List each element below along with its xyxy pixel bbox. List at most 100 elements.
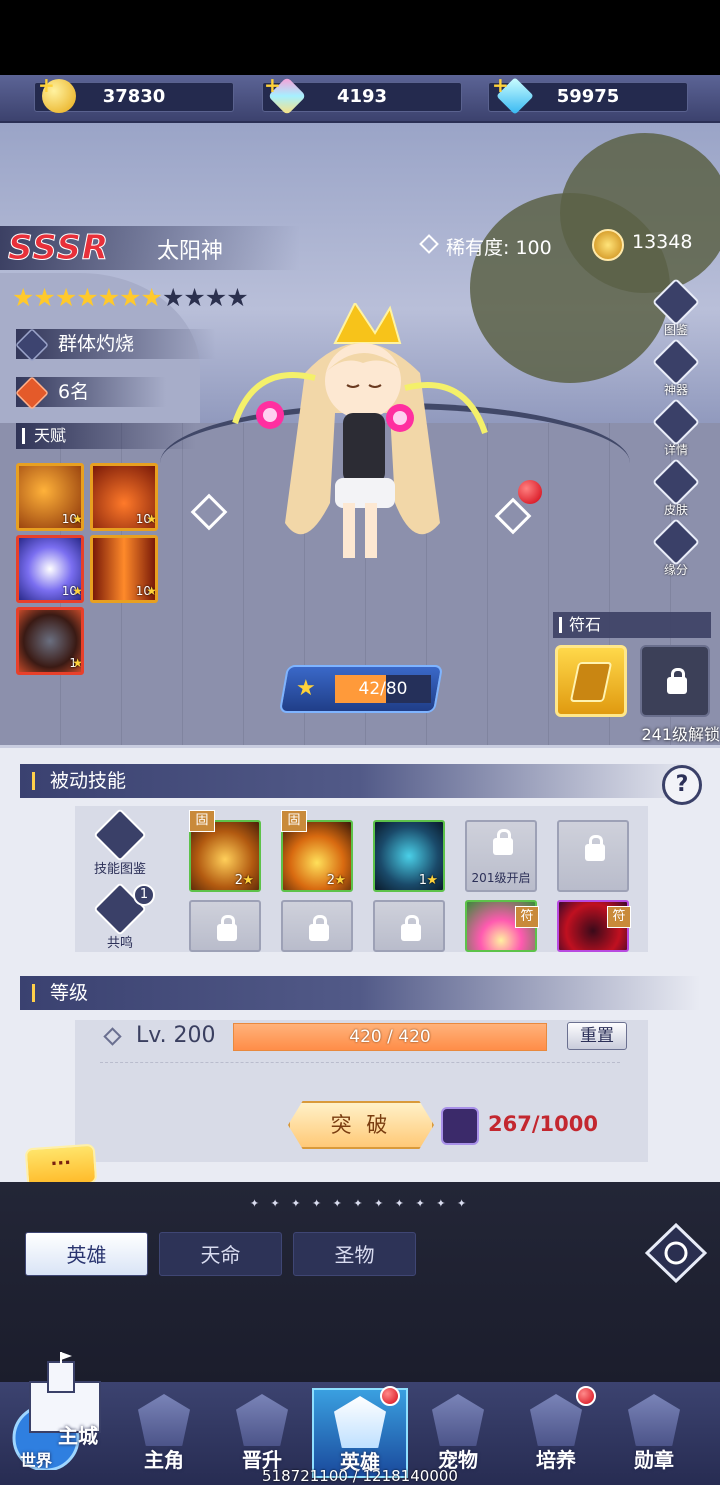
swap-view-button[interactable] xyxy=(645,1223,707,1283)
header-bar xyxy=(559,617,562,633)
star-filled-icon: ★ xyxy=(12,283,34,312)
talent-slot[interactable]: 10 ★ xyxy=(90,535,158,603)
xp-text: 42/80 xyxy=(335,675,431,703)
locked-skill-slot[interactable] xyxy=(557,820,629,892)
power-value: 13348 xyxy=(632,231,693,253)
star-icon: ★ xyxy=(72,584,83,598)
notification-dot xyxy=(380,1386,400,1406)
bond-button[interactable]: 缘分 xyxy=(651,517,701,581)
header-bar xyxy=(22,428,25,444)
crystal-value: 4193 xyxy=(336,86,388,107)
nav-protagonist[interactable]: 主角 xyxy=(116,1388,212,1478)
locked-skill-slot[interactable] xyxy=(281,900,353,952)
star-icon: ★ xyxy=(146,512,157,526)
tab-destiny[interactable]: 天命 xyxy=(159,1232,282,1276)
locked-skill-slot[interactable] xyxy=(189,900,261,952)
breakthrough-button[interactable]: 突 破 xyxy=(288,1101,434,1149)
diamond-value: 59975 xyxy=(556,86,620,107)
notification-dot xyxy=(576,1386,596,1406)
rune-stone-icon xyxy=(569,662,613,702)
skill-codex-button[interactable]: 技能图鉴 xyxy=(89,808,151,884)
level-title: 等级 xyxy=(50,982,89,1004)
codex-button[interactable]: 图鉴 xyxy=(651,277,701,341)
level-text: Lv. 200 xyxy=(136,1023,216,1048)
talent-slot[interactable]: 10 ★ xyxy=(90,463,158,531)
star-icon: ★ xyxy=(72,512,83,526)
rune-unlock-text: 241级解锁 xyxy=(641,725,720,744)
talent-slot[interactable]: 10 ★ xyxy=(16,463,84,531)
add-crystal-icon[interactable]: + xyxy=(264,73,281,97)
star-icon: ★ xyxy=(426,873,438,888)
rune-badge: 符 xyxy=(515,906,539,928)
hero-helmet-icon xyxy=(334,1396,386,1448)
lock-icon xyxy=(309,915,329,941)
hero-character[interactable] xyxy=(215,303,505,573)
reset-button[interactable]: 重置 xyxy=(567,1022,627,1050)
class-tag-label: 群体灼烧 xyxy=(58,333,135,355)
rune-header: 符石 xyxy=(553,612,711,638)
skill-codex-label: 技能图鉴 xyxy=(93,862,146,877)
breakthrough-cost: 267/1000 xyxy=(488,1112,598,1136)
class-tag: 群体灼烧 xyxy=(15,328,216,362)
level-header: 等级 xyxy=(20,976,700,1010)
total-exp-text: 518721100 / 1218140000 xyxy=(262,1467,458,1485)
add-diamond-icon[interactable]: + xyxy=(492,73,509,97)
talent-slot[interactable]: 1 ★ xyxy=(16,607,84,675)
star-icon: ★ xyxy=(334,873,346,888)
star-filled-icon: ★ xyxy=(119,283,141,312)
crown-power-icon xyxy=(592,229,624,261)
star-filled-icon: ★ xyxy=(97,283,120,312)
help-button[interactable]: ? xyxy=(662,765,702,805)
cultivate-icon xyxy=(530,1394,582,1446)
rune-slot[interactable] xyxy=(555,645,627,717)
upgrade-star-icon: ★ xyxy=(296,676,316,701)
resonance-badge: 1 xyxy=(133,884,155,906)
talent-header: 天赋 xyxy=(16,423,196,449)
tab-hero[interactable]: 英雄 xyxy=(25,1232,148,1276)
fixed-badge: 固 xyxy=(189,810,215,832)
resonance-label: 共鸣 xyxy=(106,936,133,951)
main-city-label[interactable]: 主城 xyxy=(58,1420,98,1449)
star-rating: ★★★★★★★★★★★ xyxy=(12,283,249,312)
artifact-icon xyxy=(651,337,701,387)
hero-name: 太阳神 xyxy=(157,239,224,264)
lock-icon xyxy=(585,835,605,861)
details-button[interactable]: 详情 xyxy=(651,397,701,461)
nav-pet[interactable]: 宠物 xyxy=(410,1388,506,1478)
lock-icon xyxy=(401,915,421,941)
crossed-swords-icon xyxy=(15,328,49,362)
star-icon: ★ xyxy=(72,656,83,670)
rune-slot-locked[interactable] xyxy=(640,645,710,717)
artifact-button[interactable]: 神器 xyxy=(651,337,701,401)
pet-icon xyxy=(432,1394,484,1446)
nav-promotion[interactable]: 晋升 xyxy=(214,1388,310,1478)
magnifier-icon xyxy=(651,397,701,447)
crystal-orb-icon xyxy=(441,1107,479,1145)
fixed-badge: 固 xyxy=(281,810,307,832)
tab-relic[interactable]: 圣物 xyxy=(293,1232,416,1276)
currency-bar: 37830 + 4193 + 59975 + xyxy=(0,73,720,123)
nav-medal[interactable]: 勋章 xyxy=(606,1388,702,1478)
star-empty-icon: ★ xyxy=(161,283,184,312)
passive-skill-slot[interactable]: 1 ★ xyxy=(373,820,445,892)
locked-skill-slot[interactable]: 201级开启 xyxy=(465,820,537,892)
hero-scene: SSSR 太阳神 稀有度: 100 13348 ★★★★★★★★★★★ 群体灼烧… xyxy=(0,123,720,745)
codex-icon xyxy=(651,277,701,327)
passive-skill-header: 被动技能 xyxy=(20,764,700,798)
medal-icon xyxy=(628,1394,680,1446)
skin-button[interactable]: 皮肤 xyxy=(651,457,701,521)
red-orb-icon xyxy=(518,480,542,504)
add-gold-icon[interactable]: + xyxy=(38,73,55,97)
grade-badge: SSSR xyxy=(7,228,110,269)
star-filled-icon: ★ xyxy=(33,283,55,312)
locked-skill-slot[interactable] xyxy=(373,900,445,952)
skin-icon xyxy=(651,457,701,507)
star-filled-icon: ★ xyxy=(54,283,77,312)
star-filled-icon: ★ xyxy=(76,283,98,312)
talent-slot[interactable]: 10 ★ xyxy=(16,535,84,603)
lock-icon xyxy=(493,829,513,855)
passive-skill-grid: 技能图鉴 共鸣 1 2 ★ 固 2 ★ 固 1 ★ 201级开启 符 符 xyxy=(75,806,648,952)
rank-tag-label: 6名 xyxy=(58,381,90,403)
heart-icon xyxy=(651,517,701,567)
rune-header-label: 符石 xyxy=(569,615,602,634)
